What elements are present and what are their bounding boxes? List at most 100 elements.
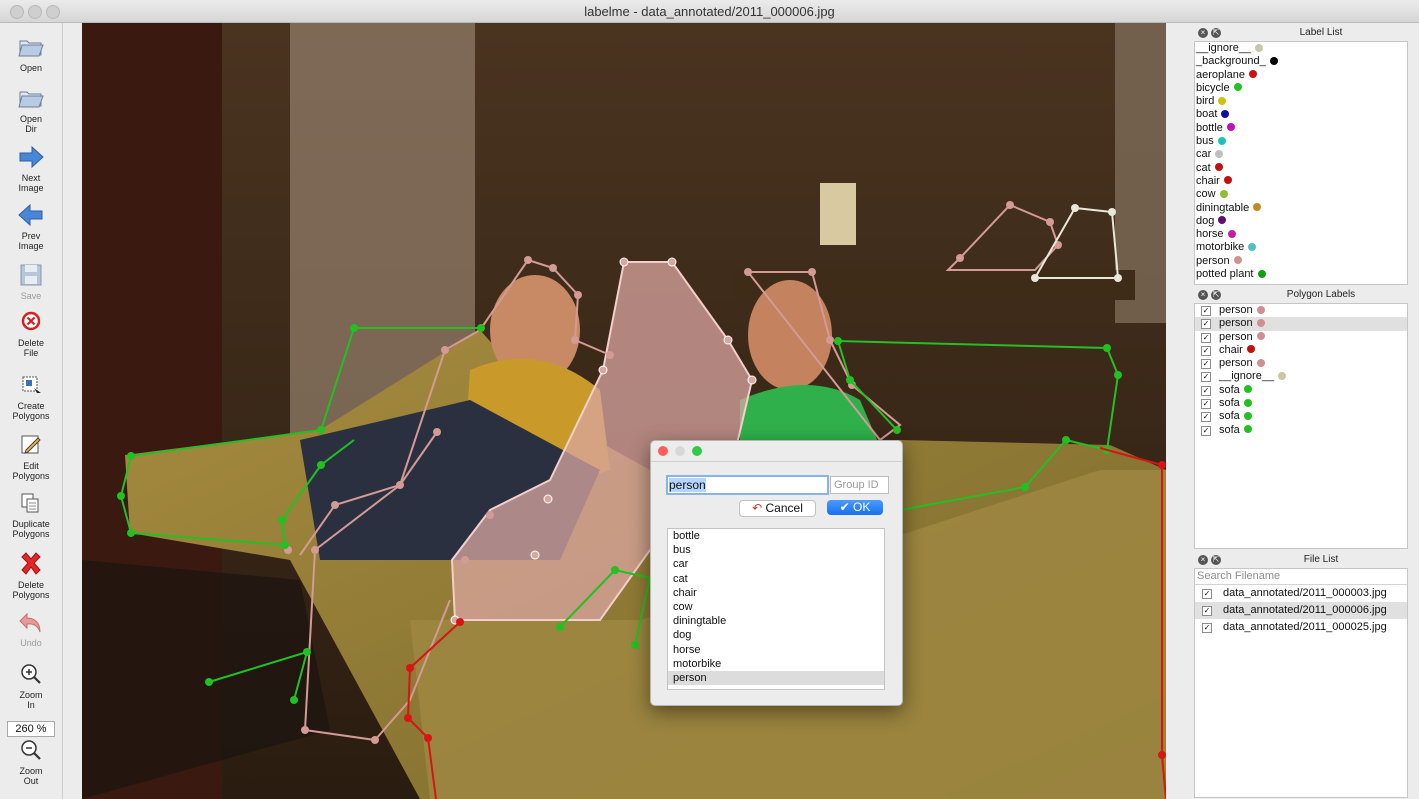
label-choice-item[interactable]: cat	[668, 572, 884, 586]
label-item[interactable]: cow	[1195, 188, 1407, 201]
label-item[interactable]: _background_	[1195, 55, 1407, 68]
next-image-label: Next Image	[18, 173, 44, 193]
polygon-label-item[interactable]: ✓ __ignore__	[1195, 370, 1407, 383]
label-choice-list[interactable]: bottle bus car cat chair cow diningtable…	[667, 528, 885, 690]
label-choice-item[interactable]: cow	[668, 600, 884, 614]
delete-file-label: Delete File	[17, 338, 44, 358]
checkbox[interactable]: ✓	[1201, 399, 1211, 410]
label-item[interactable]: cat	[1195, 162, 1407, 175]
label-choice-item[interactable]: bottle	[668, 529, 884, 543]
dialog-minimize-button[interactable]	[675, 446, 685, 456]
zoom-in-button[interactable]: Zoom In	[0, 660, 62, 710]
polygon-label-item[interactable]: ✓ sofa	[1195, 410, 1407, 423]
checkbox[interactable]: ✓	[1202, 606, 1212, 616]
prev-image-button[interactable]: Prev Image	[0, 201, 62, 251]
red-x-icon	[21, 552, 41, 575]
polygon-label-item[interactable]: ✓ sofa	[1195, 384, 1407, 397]
edit-polygons-label: Edit Polygons	[12, 461, 50, 481]
checkbox[interactable]: ✓	[1201, 345, 1211, 356]
save-button[interactable]: Save	[0, 261, 62, 301]
cancel-button[interactable]: ↶ Cancel	[739, 500, 816, 517]
label-choice-item[interactable]: bus	[668, 543, 884, 557]
label-choice-item[interactable]: car	[668, 557, 884, 571]
file-list-item-selected[interactable]: ✓ data_annotated/2011_000006.jpg	[1195, 602, 1407, 619]
label-item[interactable]: diningtable	[1195, 202, 1407, 215]
label-item[interactable]: chair	[1195, 175, 1407, 188]
label-choice-item[interactable]: dog	[668, 628, 884, 642]
checkbox[interactable]: ✓	[1202, 589, 1212, 599]
file-list-item[interactable]: ✓ data_annotated/2011_000025.jpg	[1195, 619, 1407, 636]
polygon-label-item[interactable]: ✓ person	[1195, 304, 1407, 317]
label-item[interactable]: horse	[1195, 228, 1407, 241]
label-item[interactable]: bird	[1195, 95, 1407, 108]
ok-button[interactable]: ✔ OK	[827, 500, 883, 515]
delete-polygons-button[interactable]: Delete Polygons	[0, 550, 62, 600]
next-image-button[interactable]: Next Image	[0, 143, 62, 193]
checkbox[interactable]: ✓	[1201, 319, 1211, 330]
checkbox[interactable]: ✓	[1201, 425, 1211, 436]
label-choice-item[interactable]: motorbike	[668, 657, 884, 671]
zoom-out-icon	[21, 740, 41, 760]
create-polygons-button[interactable]: Create Polygons	[0, 371, 62, 421]
window-titlebar: labelme - data_annotated/2011_000006.jpg	[0, 0, 1419, 23]
cancel-arrow-icon: ↶	[752, 501, 763, 515]
label-item[interactable]: bottle	[1195, 122, 1407, 135]
file-list[interactable]: ✓ data_annotated/2011_000003.jpg ✓ data_an…	[1194, 584, 1408, 798]
zoom-level-field[interactable]: 260 %	[7, 721, 55, 737]
group-id-input[interactable]: Group ID	[830, 476, 889, 494]
checkbox[interactable]: ✓	[1201, 372, 1211, 383]
label-choice-item[interactable]: chair	[668, 586, 884, 600]
label-item[interactable]: motorbike	[1195, 241, 1407, 254]
undo-label: Undo	[20, 638, 42, 648]
open-button[interactable]: Open	[0, 33, 62, 73]
dock-close-icon[interactable]: ×	[1198, 555, 1208, 565]
checkbox[interactable]: ✓	[1201, 385, 1211, 396]
checkbox[interactable]: ✓	[1201, 412, 1211, 423]
label-item[interactable]: dog	[1195, 215, 1407, 228]
polygon-label-item[interactable]: ✓ sofa	[1195, 424, 1407, 437]
label-item[interactable]: bicycle	[1195, 82, 1407, 95]
zoom-out-button[interactable]: Zoom Out	[0, 736, 62, 786]
polygon-label-item[interactable]: ✓ sofa	[1195, 397, 1407, 410]
label-choice-item[interactable]: horse	[668, 643, 884, 657]
edit-polygons-button[interactable]: Edit Polygons	[0, 431, 62, 481]
checkbox[interactable]: ✓	[1201, 332, 1211, 343]
open-dir-button[interactable]: Open Dir	[0, 84, 62, 134]
floppy-disk-icon	[20, 264, 42, 286]
file-search-input[interactable]: Search Filename	[1194, 568, 1408, 584]
dock-float-icon[interactable]: ⇱	[1211, 28, 1221, 38]
dock-float-icon[interactable]: ⇱	[1211, 555, 1221, 565]
dialog-close-button[interactable]	[658, 446, 668, 456]
polygon-label-item[interactable]: ✓ person	[1195, 331, 1407, 344]
dialog-zoom-button[interactable]	[692, 446, 702, 456]
file-list-item[interactable]: ✓ data_annotated/2011_000003.jpg	[1195, 585, 1407, 602]
checkbox[interactable]: ✓	[1201, 359, 1211, 370]
polygon-labels-list[interactable]: ✓ person ✓ person ✓ person ✓ chair ✓ person ✓…	[1194, 303, 1408, 549]
undo-button[interactable]: Undo	[0, 608, 62, 648]
color-dot-icon	[1257, 269, 1266, 278]
label-item[interactable]: boat	[1195, 108, 1407, 121]
dock-close-icon[interactable]: ×	[1198, 28, 1208, 38]
polygon-label-item[interactable]: ✓ person	[1195, 357, 1407, 370]
label-item[interactable]: __ignore__	[1195, 42, 1407, 55]
label-item[interactable]: aeroplane	[1195, 69, 1407, 82]
image-canvas[interactable]	[82, 23, 1166, 799]
label-list[interactable]: __ignore__ _background_ aeroplane bicycl…	[1194, 41, 1408, 285]
dock-float-icon[interactable]: ⇱	[1211, 290, 1221, 300]
polygon-labels-header: × ⇱ Polygon Labels	[1194, 287, 1408, 303]
label-item[interactable]: car	[1195, 148, 1407, 161]
label-item[interactable]: potted plant	[1195, 268, 1407, 281]
polygon-label-item[interactable]: ✓ chair	[1195, 344, 1407, 357]
label-item[interactable]: bus	[1195, 135, 1407, 148]
checkbox[interactable]: ✓	[1201, 306, 1211, 316]
duplicate-polygons-button[interactable]: Duplicate Polygons	[0, 489, 62, 539]
checkbox[interactable]: ✓	[1202, 623, 1212, 633]
label-choice-item[interactable]: diningtable	[668, 614, 884, 628]
label-item[interactable]: person	[1195, 255, 1407, 268]
open-dir-label: Open Dir	[19, 114, 43, 134]
delete-file-button[interactable]: Delete File	[0, 308, 62, 358]
polygon-label-item-selected[interactable]: ✓ person	[1195, 317, 1407, 331]
label-input[interactable]: person	[666, 475, 829, 495]
dock-close-icon[interactable]: ×	[1198, 290, 1208, 300]
label-choice-item-selected[interactable]: person	[668, 670, 884, 686]
